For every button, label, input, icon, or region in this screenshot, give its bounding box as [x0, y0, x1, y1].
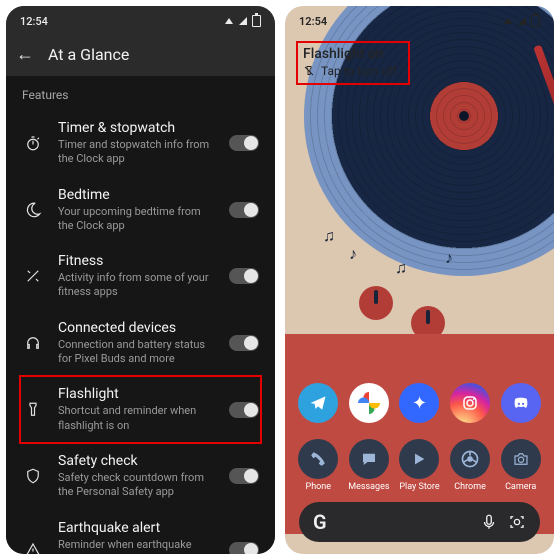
status-bar: 12:54 [6, 6, 275, 32]
app-generic[interactable]: ✦App [395, 383, 443, 436]
glance-flashlight-widget[interactable]: Flashlight on Tap to turn off [297, 42, 409, 84]
wifi-icon [224, 16, 234, 26]
widget-sub: Tap to turn off [321, 64, 397, 78]
toggle[interactable] [229, 202, 259, 218]
app-camera[interactable]: Camera [497, 439, 545, 492]
app-photos[interactable]: Photos [345, 383, 393, 436]
app-messages[interactable]: Messages [345, 439, 393, 492]
toggle[interactable] [229, 402, 259, 418]
row-title: Flashlight [58, 386, 215, 402]
toggle[interactable] [229, 542, 259, 554]
lens-icon[interactable] [508, 513, 526, 531]
app-label: Phone [306, 482, 332, 492]
row-connected-devices[interactable]: Connected devices Connection and battery … [20, 310, 261, 377]
row-title: Connected devices [58, 320, 215, 336]
app-discord[interactable]: Discord [497, 383, 545, 436]
signal-icon [238, 16, 248, 26]
title-bar: ← At a Glance [6, 32, 275, 76]
app-row-upper: Telegram Photos ✦App Instagram Discord [285, 383, 554, 436]
headphones-icon [24, 334, 42, 352]
homescreen-phone: ♫♪♫♪ 12:54 Flashlight on Tap to turn off… [285, 6, 554, 554]
row-sub: Safety check countdown from the Personal… [58, 471, 215, 500]
app-label: Camera [505, 482, 536, 492]
row-earthquake-alert[interactable]: Earthquake alert Reminder when earthquake… [20, 510, 261, 554]
app-telegram[interactable]: Telegram [294, 383, 342, 436]
widget-title: Flashlight on [303, 46, 397, 62]
app-instagram[interactable]: Instagram [446, 383, 494, 436]
status-time: 12:54 [299, 15, 327, 28]
row-title: Bedtime [58, 187, 215, 203]
settings-phone: 12:54 ← At a Glance Features Timer & sto… [6, 6, 275, 554]
row-timer-stopwatch[interactable]: Timer & stopwatch Timer and stopwatch inf… [20, 110, 261, 177]
status-bar: 12:54 [285, 6, 554, 32]
mic-icon[interactable] [480, 513, 498, 531]
row-flashlight[interactable]: Flashlight Shortcut and reminder when fla… [20, 376, 261, 443]
app-label: Chrome [454, 482, 486, 492]
row-title: Safety check [58, 453, 215, 469]
app-chrome[interactable]: Chrome [446, 439, 494, 492]
google-g-icon: G [313, 510, 327, 534]
app-phone[interactable]: Phone [294, 439, 342, 492]
toggle[interactable] [229, 268, 259, 284]
row-sub: Connection and battery status for Pixel … [58, 338, 215, 367]
section-header: Features [22, 88, 261, 102]
back-icon[interactable]: ← [16, 44, 34, 65]
toggle[interactable] [229, 468, 259, 484]
toggle[interactable] [229, 135, 259, 151]
flashlight-icon [24, 401, 42, 419]
row-safety-check[interactable]: Safety check Safety check countdown from … [20, 443, 261, 510]
app-label: Play Store [399, 482, 439, 492]
stopwatch-icon [24, 134, 42, 152]
status-time: 12:54 [20, 15, 48, 28]
row-sub: Activity info from some of your fitness … [58, 271, 215, 300]
alert-icon [24, 541, 42, 554]
page-title: At a Glance [48, 45, 129, 64]
toggle[interactable] [229, 335, 259, 351]
row-sub: Timer and stopwatch info from the Clock … [58, 138, 215, 167]
battery-icon [252, 15, 261, 27]
row-sub: Your upcoming bedtime from the Clock app [58, 205, 215, 234]
flashlight-off-icon [303, 65, 315, 77]
row-sub: Shortcut and reminder when flashlight is… [58, 404, 215, 433]
row-sub: Reminder when earthquake larger than mag… [58, 538, 215, 554]
app-label: Messages [348, 482, 389, 492]
row-title: Timer & stopwatch [58, 120, 215, 136]
row-title: Earthquake alert [58, 520, 215, 536]
battery-icon [531, 15, 540, 27]
moon-icon [24, 201, 42, 219]
row-fitness[interactable]: Fitness Activity info from some of your f… [20, 243, 261, 310]
search-bar[interactable]: G [299, 502, 540, 542]
shield-icon [24, 467, 42, 485]
wifi-icon [503, 16, 513, 26]
row-bedtime[interactable]: Bedtime Your upcoming bedtime from the Cl… [20, 177, 261, 244]
signal-icon [517, 16, 527, 26]
app-play-store[interactable]: Play Store [395, 439, 443, 492]
app-dock: Phone Messages Play Store Chrome Camera [285, 439, 554, 492]
fitness-icon [24, 267, 42, 285]
row-title: Fitness [58, 253, 215, 269]
